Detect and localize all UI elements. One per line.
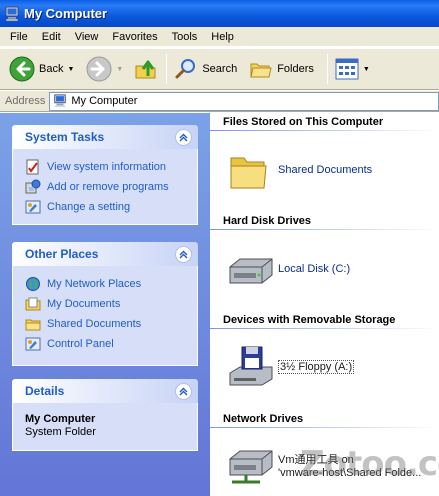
toolbar-separator (166, 54, 168, 84)
up-folder-icon (135, 60, 156, 79)
computer-icon (54, 94, 67, 108)
back-button[interactable]: Back ▼ (6, 53, 77, 85)
control-panel-icon (25, 200, 41, 214)
my-network-places-link[interactable]: My Network Places (25, 274, 197, 294)
menu-help[interactable]: Help (204, 28, 241, 46)
views-icon (335, 58, 359, 80)
toolbar-separator (326, 54, 328, 84)
forward-dropdown-icon[interactable]: ▼ (116, 66, 123, 73)
group-header-network: Network Drives (223, 413, 304, 425)
other-places-title: Other Places (25, 247, 99, 261)
add-remove-programs-icon (25, 179, 41, 194)
search-button[interactable]: Search (171, 53, 240, 85)
hard-disk-icon (229, 258, 273, 284)
computer-icon (5, 6, 19, 21)
folder-icon (230, 157, 267, 189)
group-header-files-stored: Files Stored on This Computer (223, 116, 384, 128)
forward-button[interactable]: ▼ (83, 53, 126, 85)
details-panel: Details My Computer System Folder (12, 379, 198, 451)
folder-icon (25, 319, 41, 331)
details-title: Details (25, 384, 65, 398)
details-name: My Computer (25, 413, 96, 425)
collapse-chevron-icon[interactable] (175, 128, 192, 146)
other-places-panel: Other Places My Network Places My Docume… (12, 242, 198, 366)
address-bar: Address My Computer (0, 91, 439, 112)
group-divider (210, 229, 439, 230)
group-header-hard-disks: Hard Disk Drives (223, 215, 312, 227)
system-tasks-panel: System Tasks View system information Add… (12, 125, 198, 225)
control-panel-icon (25, 337, 41, 351)
link-label: View system information (47, 161, 167, 173)
forward-arrow-icon (86, 56, 112, 82)
toolbar: Back ▼ ▼ Search Folders ▼ (0, 48, 439, 90)
link-label: Shared Documents (47, 318, 142, 330)
folders-icon (250, 63, 272, 78)
menu-bar: File Edit View Favorites Tools Help (0, 27, 439, 47)
views-button[interactable]: ▼ (332, 53, 373, 85)
link-label: Add or remove programs (47, 181, 169, 193)
group-header-removable: Devices with Removable Storage (223, 314, 396, 326)
task-pane: System Tasks View system information Add… (0, 113, 210, 496)
collapse-chevron-icon[interactable] (175, 382, 192, 400)
back-label: Back (39, 63, 64, 75)
group-divider (210, 130, 439, 131)
floppy-drive-item[interactable]: 3½ Floppy (A:) (226, 345, 355, 389)
item-label: Shared Documents (278, 164, 373, 176)
my-documents-link[interactable]: My Documents (25, 294, 197, 314)
watermark: Zotoo.com (300, 444, 439, 484)
item-label: Local Disk (C:) (278, 263, 351, 275)
link-label: Control Panel (47, 338, 114, 350)
system-tasks-header[interactable]: System Tasks (12, 125, 198, 149)
add-remove-programs-link[interactable]: Add or remove programs (25, 177, 197, 197)
back-dropdown-icon[interactable]: ▼ (67, 66, 74, 73)
local-disk-item[interactable]: Local Disk (C:) (226, 247, 350, 291)
content-area: Files Stored on This Computer Shared Doc… (210, 113, 439, 496)
control-panel-link[interactable]: Control Panel (25, 334, 197, 354)
address-value: My Computer (71, 95, 138, 107)
menu-view[interactable]: View (68, 28, 106, 46)
menu-favorites[interactable]: Favorites (105, 28, 164, 46)
address-label: Address (5, 95, 46, 107)
network-drive-icon (229, 450, 273, 484)
back-arrow-icon (9, 56, 35, 82)
shared-documents-link[interactable]: Shared Documents (25, 314, 197, 334)
group-divider (210, 427, 439, 428)
shared-documents-item[interactable]: Shared Documents (226, 148, 372, 192)
folders-button[interactable]: Folders (246, 53, 317, 85)
group-divider (210, 328, 439, 329)
menu-file[interactable]: File (3, 28, 35, 46)
search-icon (175, 59, 196, 79)
folders-label: Folders (277, 63, 314, 75)
floppy-drive-icon (229, 346, 273, 386)
menu-edit[interactable]: Edit (35, 28, 68, 46)
title-bar[interactable]: My Computer (0, 0, 439, 27)
system-tasks-title: System Tasks (25, 130, 105, 144)
item-label: 3½ Floppy (A:) (278, 360, 355, 374)
network-places-icon (26, 277, 40, 291)
search-label: Search (202, 63, 238, 75)
view-system-information-link[interactable]: View system information (25, 157, 197, 177)
details-type: System Folder (25, 426, 96, 438)
change-setting-link[interactable]: Change a setting (25, 197, 197, 217)
other-places-header[interactable]: Other Places (12, 242, 198, 266)
link-label: My Network Places (47, 278, 142, 290)
details-header[interactable]: Details (12, 379, 198, 403)
address-field[interactable]: My Computer (49, 91, 439, 111)
collapse-chevron-icon[interactable] (175, 245, 192, 263)
link-label: My Documents (47, 298, 121, 310)
window-title: My Computer (24, 6, 108, 21)
system-information-icon (26, 159, 39, 175)
views-dropdown-icon[interactable]: ▼ (363, 66, 370, 73)
link-label: Change a setting (47, 201, 131, 213)
menu-tools[interactable]: Tools (165, 28, 205, 46)
up-button[interactable] (130, 53, 162, 85)
my-documents-icon (25, 297, 41, 311)
